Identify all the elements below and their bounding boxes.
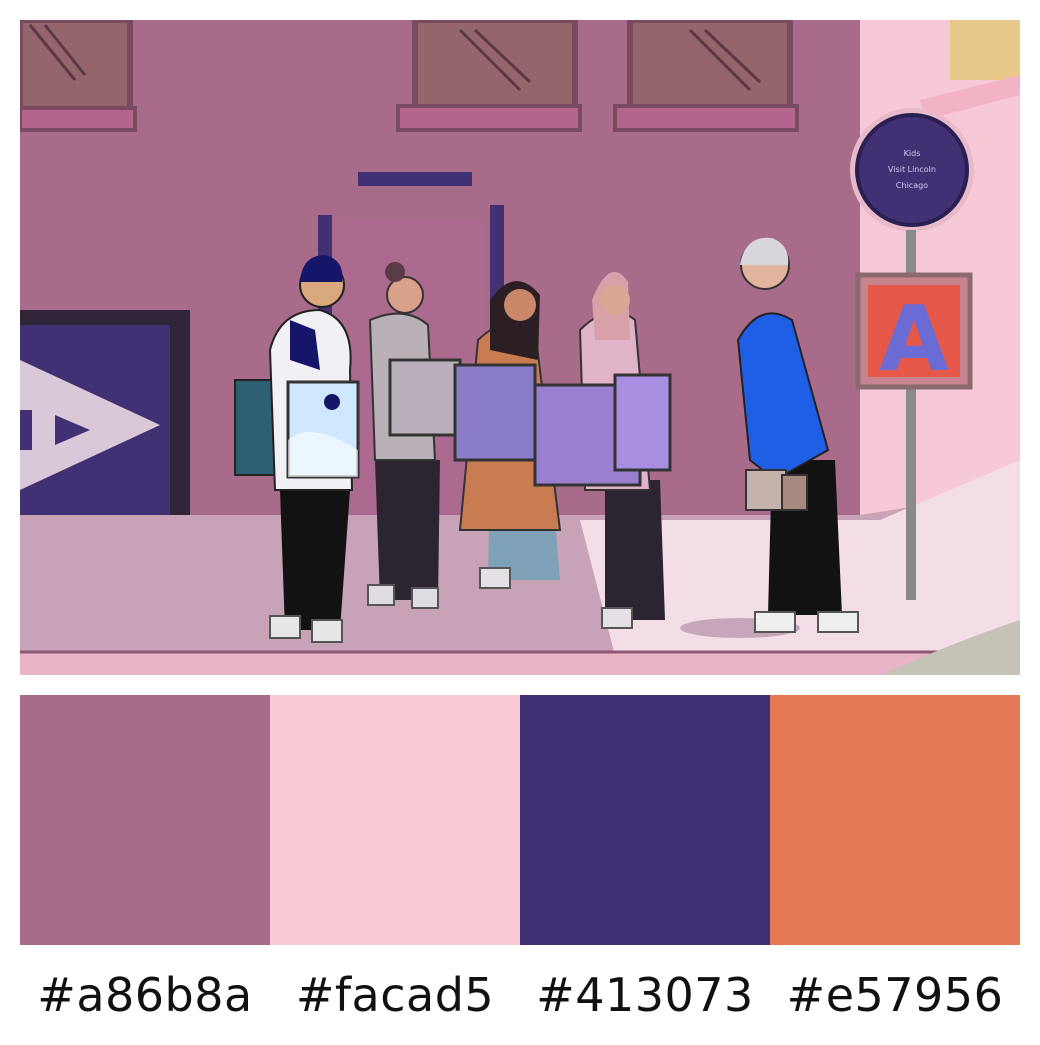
window-left — [20, 20, 137, 132]
door-lintel — [358, 172, 472, 186]
round-sign-line-1: Kids — [904, 149, 921, 158]
corner-window — [950, 20, 1020, 80]
street-scene-illustration: Kids Visit Lincoln Chicago A — [20, 20, 1020, 675]
color-palette — [20, 695, 1020, 945]
window-center — [396, 20, 582, 132]
swatch-1 — [20, 695, 270, 945]
hex-labels: #a86b8a #facad5 #413073 #e57956 — [20, 955, 1020, 1035]
scene-svg: Kids Visit Lincoln Chicago A — [20, 20, 1020, 675]
swatch-3 — [520, 695, 770, 945]
round-sign-line-3: Chicago — [896, 181, 928, 190]
hex-label-4: #e57956 — [786, 968, 1004, 1022]
hex-label-2: #facad5 — [295, 968, 495, 1022]
left-poster — [20, 310, 190, 540]
hex-label-1: #a86b8a — [37, 968, 253, 1022]
square-a-sign: A — [855, 272, 973, 392]
swatch-2 — [270, 695, 520, 945]
window-right — [613, 20, 799, 132]
curb — [20, 652, 1020, 675]
round-sign-line-2: Visit Lincoln — [888, 165, 936, 174]
sign-letter: A — [879, 287, 949, 392]
swatch-4 — [770, 695, 1020, 945]
hex-label-3: #413073 — [536, 968, 754, 1022]
round-sign: Kids Visit Lincoln Chicago — [850, 108, 974, 232]
